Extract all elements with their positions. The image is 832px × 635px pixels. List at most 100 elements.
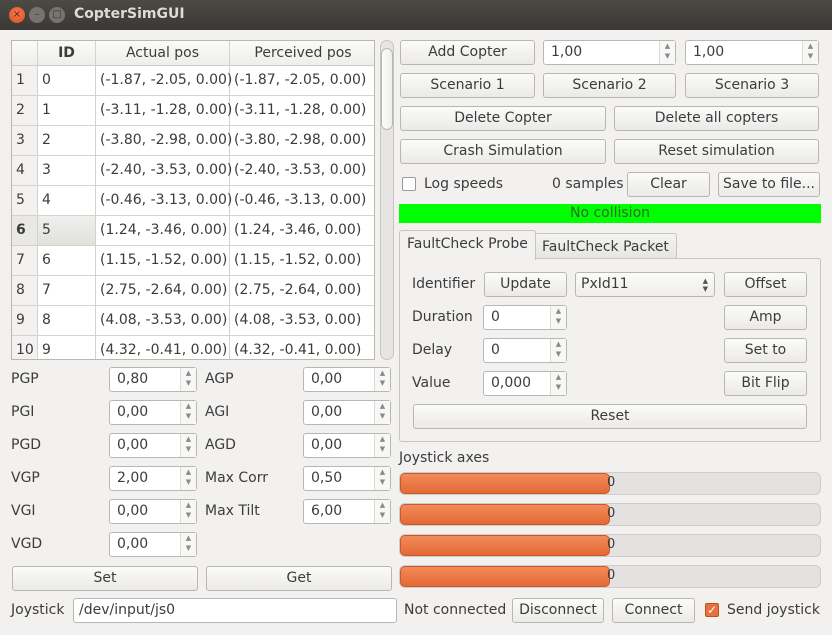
- cell-perceived-pos[interactable]: (-1.87, -2.05, 0.00): [230, 66, 374, 95]
- tab-faultcheck-probe[interactable]: FaultCheck Probe: [399, 230, 536, 260]
- row-header[interactable]: 1: [12, 66, 38, 95]
- add-copter-button[interactable]: Add Copter: [400, 40, 535, 65]
- crash-simulation-button[interactable]: Crash Simulation: [400, 139, 606, 164]
- duration-spinbox[interactable]: 0 ▲ ▼: [483, 305, 567, 330]
- save-to-file-button[interactable]: Save to file...: [718, 172, 820, 197]
- scenario-3-button[interactable]: Scenario 3: [685, 73, 819, 98]
- row-header[interactable]: 7: [12, 246, 38, 275]
- max-corr-spinbox[interactable]: 0,50 ▲ ▼: [303, 466, 391, 491]
- amp-button[interactable]: Amp: [724, 305, 807, 330]
- cell-id[interactable]: 0: [38, 66, 96, 95]
- row-header[interactable]: 9: [12, 306, 38, 335]
- spin-arrows-icon[interactable]: ▲ ▼: [374, 500, 390, 523]
- maximize-icon[interactable]: □: [49, 7, 65, 23]
- spin-arrows-icon[interactable]: ▲ ▼: [374, 434, 390, 457]
- spin-arrows-icon[interactable]: ▲ ▼: [374, 368, 390, 391]
- cell-id[interactable]: 1: [38, 96, 96, 125]
- cell-id[interactable]: 8: [38, 306, 96, 335]
- spin-arrows-icon[interactable]: ▲ ▼: [374, 467, 390, 490]
- table-row[interactable]: 7 6 (1.15, -1.52, 0.00) (1.15, -1.52, 0.00): [12, 246, 374, 276]
- row-header[interactable]: 2: [12, 96, 38, 125]
- delay-spinbox[interactable]: 0 ▲ ▼: [483, 338, 567, 363]
- pgi-spinbox[interactable]: 0,00 ▲ ▼: [109, 400, 197, 425]
- table-row[interactable]: 8 7 (2.75, -2.64, 0.00) (2.75, -2.64, 0.00): [12, 276, 374, 306]
- minimize-icon[interactable]: –: [29, 7, 45, 23]
- spin-arrows-icon[interactable]: ▲ ▼: [550, 339, 566, 362]
- vgp-spinbox[interactable]: 2,00 ▲ ▼: [109, 466, 197, 491]
- send-joystick-checkbox[interactable]: ✓: [705, 603, 719, 617]
- pgd-spinbox[interactable]: 0,00 ▲ ▼: [109, 433, 197, 458]
- spin-arrows-icon[interactable]: ▲ ▼: [180, 533, 196, 556]
- header-actual-pos[interactable]: Actual pos: [96, 41, 230, 66]
- cell-perceived-pos[interactable]: (4.32, -0.41, 0.00): [230, 336, 374, 359]
- cell-id[interactable]: 5: [38, 216, 96, 245]
- cell-id[interactable]: 6: [38, 246, 96, 275]
- offset-button[interactable]: Offset: [724, 272, 807, 297]
- row-header[interactable]: 3: [12, 126, 38, 155]
- cell-id[interactable]: 3: [38, 156, 96, 185]
- get-button[interactable]: Get: [206, 566, 392, 591]
- disconnect-button[interactable]: Disconnect: [512, 598, 604, 623]
- agd-spinbox[interactable]: 0,00 ▲ ▼: [303, 433, 391, 458]
- scenario-1-button[interactable]: Scenario 1: [400, 73, 535, 98]
- copter-table[interactable]: ID Actual pos Perceived pos 1 0 (-1.87, -2…: [11, 40, 375, 360]
- scrollbar-thumb[interactable]: [381, 48, 393, 130]
- row-header[interactable]: 8: [12, 276, 38, 305]
- reset-simulation-button[interactable]: Reset simulation: [614, 139, 819, 164]
- row-header[interactable]: 10: [12, 336, 38, 359]
- cell-perceived-pos[interactable]: (2.75, -2.64, 0.00): [230, 276, 374, 305]
- cell-actual-pos[interactable]: (2.75, -2.64, 0.00): [96, 276, 230, 305]
- cell-actual-pos[interactable]: (4.08, -3.53, 0.00): [96, 306, 230, 335]
- log-speeds-checkbox[interactable]: [402, 177, 416, 191]
- cell-actual-pos[interactable]: (-0.46, -3.13, 0.00): [96, 186, 232, 215]
- table-row[interactable]: 6 5 (1.24, -3.46, 0.00) (1.24, -3.46, 0.00): [12, 216, 374, 246]
- delete-all-copters-button[interactable]: Delete all copters: [614, 106, 819, 131]
- connect-button[interactable]: Connect: [612, 598, 695, 623]
- set-button[interactable]: Set: [12, 566, 198, 591]
- row-header[interactable]: 4: [12, 156, 38, 185]
- delete-copter-button[interactable]: Delete Copter: [400, 106, 606, 131]
- agi-spinbox[interactable]: 0,00 ▲ ▼: [303, 400, 391, 425]
- scenario-2-button[interactable]: Scenario 2: [543, 73, 676, 98]
- close-icon[interactable]: ×: [9, 7, 25, 23]
- vgi-spinbox[interactable]: 0,00 ▲ ▼: [109, 499, 197, 524]
- header-id[interactable]: ID: [38, 41, 96, 66]
- clear-button[interactable]: Clear: [627, 172, 710, 197]
- table-row[interactable]: 4 3 (-2.40, -3.53, 0.00) (-2.40, -3.53, 0.0…: [12, 156, 374, 186]
- cell-perceived-pos[interactable]: (-3.11, -1.28, 0.00): [230, 96, 374, 125]
- pgp-spinbox[interactable]: 0,80 ▲ ▼: [109, 367, 197, 392]
- set-to-button[interactable]: Set to: [724, 338, 807, 363]
- copter-y-spinbox[interactable]: 1,00 ▲ ▼: [685, 40, 819, 65]
- cell-perceived-pos[interactable]: (-0.46, -3.13, 0.00): [230, 186, 374, 215]
- cell-id[interactable]: 2: [38, 126, 96, 155]
- cell-actual-pos[interactable]: (1.24, -3.46, 0.00): [96, 216, 230, 245]
- table-row[interactable]: 10 9 (4.32, -0.41, 0.00) (4.32, -0.41, 0.00…: [12, 336, 374, 359]
- table-scrollbar[interactable]: [380, 40, 394, 360]
- cell-perceived-pos[interactable]: (4.08, -3.53, 0.00): [230, 306, 374, 335]
- cell-actual-pos[interactable]: (-1.87, -2.05, 0.00): [96, 66, 232, 95]
- cell-id[interactable]: 9: [38, 336, 96, 359]
- bit-flip-button[interactable]: Bit Flip: [724, 371, 807, 396]
- table-row[interactable]: 3 2 (-3.80, -2.98, 0.00) (-3.80, -2.98, 0.0…: [12, 126, 374, 156]
- agp-spinbox[interactable]: 0,00 ▲ ▼: [303, 367, 391, 392]
- faultcheck-reset-button[interactable]: Reset: [413, 404, 807, 429]
- cell-actual-pos[interactable]: (1.15, -1.52, 0.00): [96, 246, 230, 275]
- table-row[interactable]: 2 1 (-3.11, -1.28, 0.00) (-3.11, -1.28, 0.0…: [12, 96, 374, 126]
- table-row[interactable]: 1 0 (-1.87, -2.05, 0.00) (-1.87, -2.05, 0.0…: [12, 66, 374, 96]
- spin-arrows-icon[interactable]: ▲ ▼: [659, 41, 675, 64]
- cell-actual-pos[interactable]: (-3.80, -2.98, 0.00): [96, 126, 232, 155]
- cell-actual-pos[interactable]: (4.32, -0.41, 0.00): [96, 336, 230, 359]
- vgd-spinbox[interactable]: 0,00 ▲ ▼: [109, 532, 197, 557]
- cell-perceived-pos[interactable]: (1.15, -1.52, 0.00): [230, 246, 374, 275]
- spin-arrows-icon[interactable]: ▲ ▼: [550, 306, 566, 329]
- spin-arrows-icon[interactable]: ▲ ▼: [180, 434, 196, 457]
- header-perceived-pos[interactable]: Perceived pos: [230, 41, 374, 66]
- spin-arrows-icon[interactable]: ▲ ▼: [180, 500, 196, 523]
- value-spinbox[interactable]: 0,000 ▲ ▼: [483, 371, 567, 396]
- max-tilt-spinbox[interactable]: 6,00 ▲ ▼: [303, 499, 391, 524]
- spin-arrows-icon[interactable]: ▲ ▼: [550, 372, 566, 395]
- cell-perceived-pos[interactable]: (-3.80, -2.98, 0.00): [230, 126, 374, 155]
- joystick-device-input[interactable]: /dev/input/js0: [73, 598, 397, 623]
- cell-perceived-pos[interactable]: (-2.40, -3.53, 0.00): [230, 156, 374, 185]
- row-header[interactable]: 6: [12, 216, 38, 245]
